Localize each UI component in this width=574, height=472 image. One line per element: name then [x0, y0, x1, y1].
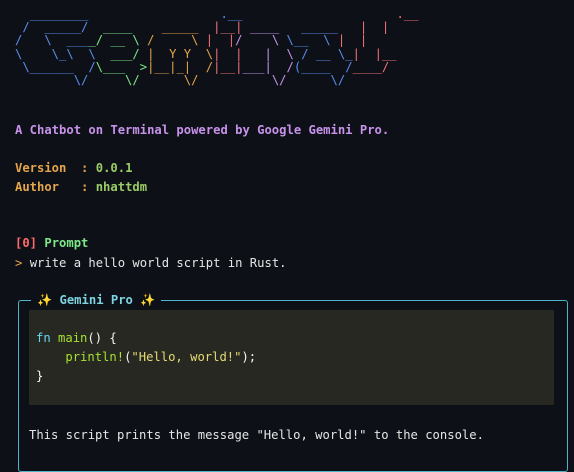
logo-segment: ____ — [88, 20, 148, 35]
code-close-paren: ); — [241, 350, 257, 364]
logo-segment: ________ — [15, 7, 89, 21]
prompt-heading: [0] Prompt — [15, 235, 88, 251]
code-macro: println! — [65, 350, 125, 364]
logo-segment: ____/ — [352, 59, 390, 74]
logo-segment: \______ / — [15, 59, 96, 74]
logo-line: ________ .__ .__ — [15, 7, 419, 21]
logo-segment: / __ \_ — [301, 46, 353, 61]
prompt-title: Prompt — [44, 236, 89, 250]
logo-segment: ___| / — [242, 59, 294, 74]
logo-segment: \/ — [286, 73, 346, 88]
logo-segment: / \ — [235, 33, 287, 48]
logo-segment: .__ — [88, 7, 324, 21]
logo-segment: ___/ — [95, 46, 148, 61]
tagline: A Chatbot on Terminal powered by Google … — [15, 123, 390, 137]
logo-segment: | |__ — [352, 46, 397, 61]
code-line-2: println!("Hello, world!"); — [36, 349, 256, 365]
logo-segment: | | — [213, 46, 243, 61]
logo-segment: \__ \ — [286, 33, 338, 48]
code-keyword: fn — [36, 331, 51, 345]
code-string: "Hello, world!" — [131, 350, 242, 364]
code-closing-brace: } — [36, 369, 44, 383]
logo-segment: | \ — [242, 46, 302, 61]
version-value: 0.0.1 — [95, 161, 133, 175]
logo-segment: _____ — [147, 20, 199, 35]
response-panel-title: ✨ Gemini Pro ✨ — [31, 292, 162, 308]
logo-segment: | | — [205, 33, 236, 48]
logo-segment: |__| — [198, 20, 243, 35]
logo-segment: |__|_| / — [147, 59, 214, 74]
author-separator: : — [59, 180, 96, 194]
code-block: fn main() { println!("Hello, world!"); } — [29, 310, 554, 405]
prompt-line: > write a hello world script in Rust. — [15, 255, 287, 271]
version-separator: : — [66, 161, 96, 175]
code-function-name: main — [58, 331, 88, 345]
version-row: Version : 0.0.1 — [15, 160, 132, 176]
code-line-3: } — [36, 368, 43, 384]
logo-segment: \ \_\ \ — [15, 46, 96, 61]
logo-segment: \/ — [198, 73, 287, 88]
logo-segment: | | — [337, 33, 368, 48]
logo-segment: _/ __ \ — [88, 33, 148, 48]
prompt-caret: > — [15, 256, 23, 270]
logo-segment: |__| — [213, 59, 243, 74]
code-line-1-rest: () { — [87, 331, 117, 345]
code-line-1: fn main() { — [36, 330, 117, 346]
version-label: Version — [15, 161, 67, 175]
logo-segment: ____ — [242, 20, 294, 35]
logo-segment: (____ / — [293, 59, 353, 74]
logo-segment: / \ ___ — [15, 33, 89, 48]
prompt-index: [0] — [15, 236, 38, 250]
logo-line: \ \_\ \ ___/ | Y Y \| | | \ / __ \_| |__ — [15, 47, 397, 61]
logo-segment: \/ — [139, 73, 199, 88]
author-value: nhattdm — [95, 180, 148, 194]
logo-line: / _____/ ____ _____ |__| ____ _____ | | — [15, 20, 389, 34]
logo-line: / \ ____/ __ \ / \ | |/ \ \__ \ | | — [15, 33, 367, 47]
gemini-ascii-logo: ________ .__ .__ / _____/ ____ _____ |__… — [15, 7, 419, 88]
logo-line: \______ /\___ >|__|_| /|__|___| /(____ /… — [15, 60, 389, 74]
logo-segment: \___ > — [95, 59, 148, 74]
response-panel: ✨ Gemini Pro ✨ fn main() { println!("Hel… — [18, 292, 568, 472]
logo-segment: | Y Y \ — [147, 46, 214, 61]
prompt-text: write a hello world script in Rust. — [29, 256, 287, 270]
logo-segment: \/ — [88, 73, 140, 88]
logo-segment: | | — [345, 20, 390, 35]
logo-segment: / _____/ — [15, 20, 89, 35]
logo-line: \/ \/ \/ \/ \/ — [15, 73, 346, 88]
response-text: This script prints the message "Hello, w… — [29, 428, 484, 442]
logo-segment: \/ — [15, 73, 89, 88]
author-label: Author — [15, 180, 60, 194]
logo-segment: _____ — [293, 20, 346, 35]
logo-segment: / \ — [147, 33, 206, 48]
logo-segment: .__ — [323, 7, 419, 21]
author-row: Author : nhattdm — [15, 179, 147, 195]
